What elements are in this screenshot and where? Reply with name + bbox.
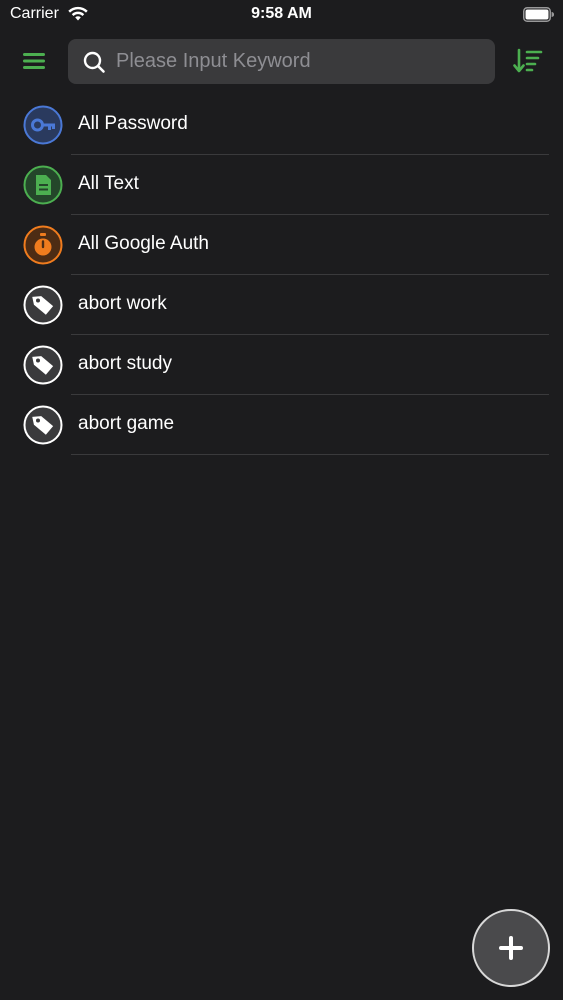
hamburger-menu-icon[interactable] xyxy=(20,47,48,75)
status-bar: Carrier 9:58 AM xyxy=(0,0,563,30)
app-screen: Carrier 9:58 AM Please Input Keyword All… xyxy=(0,0,563,1000)
search-bar[interactable] xyxy=(68,39,495,84)
search-icon xyxy=(83,51,105,73)
stopwatch-icon xyxy=(23,225,63,265)
status-time: 9:58 AM xyxy=(251,5,312,22)
category-list: All Password All Text All Google Auth ab… xyxy=(0,95,563,455)
list-item-label: All Google Auth xyxy=(78,233,209,254)
tag-icon xyxy=(23,405,63,445)
list-item-tag-abort-game[interactable]: abort game xyxy=(0,395,563,455)
list-item-label: All Password xyxy=(78,113,188,134)
tag-icon xyxy=(23,285,63,325)
key-icon xyxy=(23,105,63,145)
sort-descending-icon[interactable] xyxy=(512,47,544,75)
search-input[interactable] xyxy=(116,39,486,84)
document-icon xyxy=(23,165,63,205)
add-button[interactable] xyxy=(472,909,550,987)
list-item-tag-abort-study[interactable]: abort study xyxy=(0,335,563,395)
list-item-tag-abort-work[interactable]: abort work xyxy=(0,275,563,335)
battery-icon xyxy=(523,7,554,22)
list-item-label: abort study xyxy=(78,353,172,374)
top-bar xyxy=(0,36,563,86)
list-item-label: abort work xyxy=(78,293,167,314)
divider xyxy=(71,454,549,455)
list-item-label: abort game xyxy=(78,413,175,434)
list-item-all-text[interactable]: All Text xyxy=(0,155,563,215)
list-item-label: All Text xyxy=(78,173,139,194)
tag-icon xyxy=(23,345,63,385)
list-item-all-password[interactable]: All Password xyxy=(0,95,563,155)
list-item-all-google-auth[interactable]: All Google Auth xyxy=(0,215,563,275)
plus-icon xyxy=(499,936,523,960)
